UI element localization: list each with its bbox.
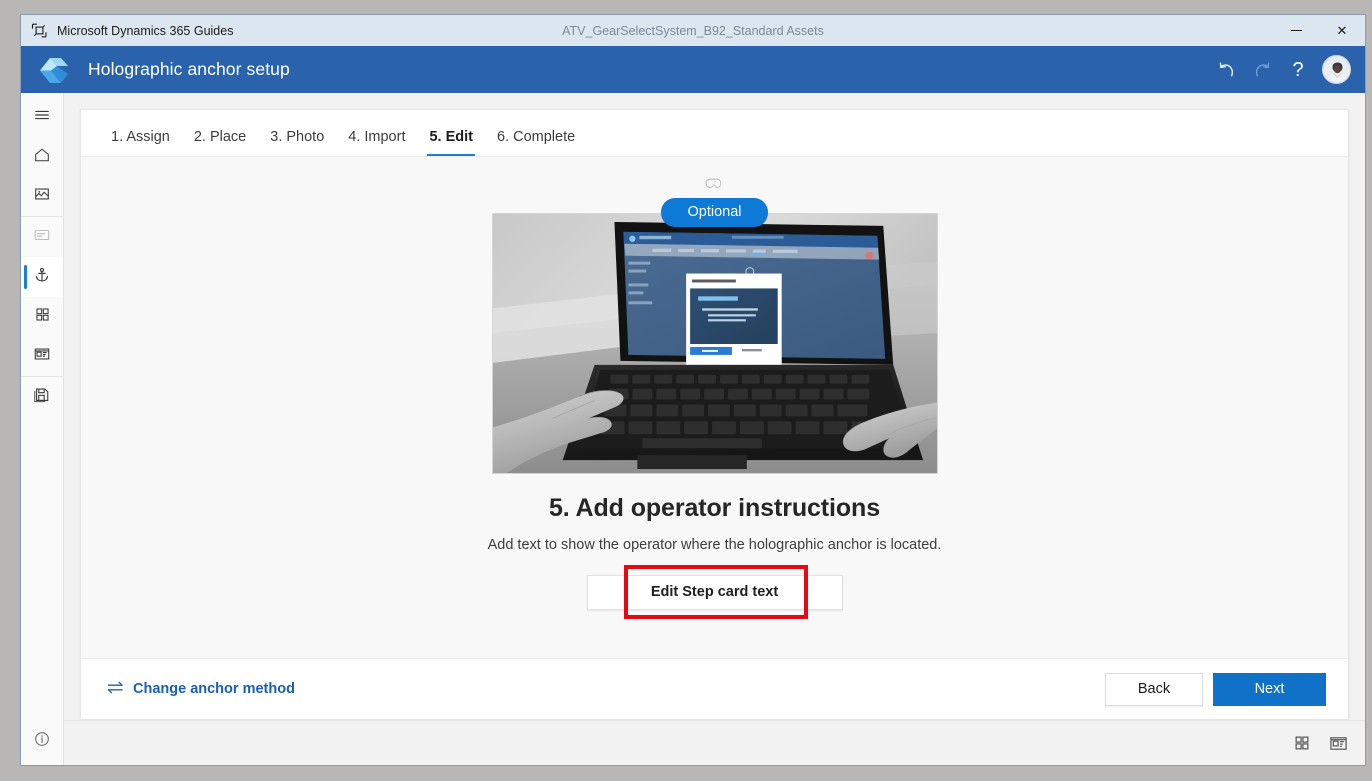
status-bar [64,720,1365,765]
tab-import[interactable]: 4. Import [336,110,417,156]
home-icon [33,146,51,169]
help-question-icon[interactable]: ? [1280,52,1316,88]
title-bar: Microsoft Dynamics 365 Guides ATV_GearSe… [21,15,1365,46]
window-controls: ✕ [1273,15,1365,46]
sidebar-info-button[interactable] [21,717,63,765]
tab-photo[interactable]: 3. Photo [258,110,336,156]
sidebar-item-media[interactable] [21,177,63,217]
dynamics-365-guides-logo-icon [37,55,71,85]
hamburger-menu-icon [33,106,51,129]
app-name: Microsoft Dynamics 365 Guides [57,23,234,38]
change-anchor-method-link[interactable]: Change anchor method [107,681,295,698]
edit-button-wrapper: Edit Step card text [586,564,843,619]
tab-place[interactable]: 2. Place [182,110,258,156]
close-icon: ✕ [1336,22,1348,38]
user-avatar[interactable] [1322,55,1351,84]
page-scroll: 1. Assign 2. Place 3. Photo 4. Import 5.… [64,93,1365,720]
sidebar-item-menu[interactable] [21,97,63,137]
save-copies-icon [33,386,51,409]
page-area: 1. Assign 2. Place 3. Photo 4. Import 5.… [64,93,1365,765]
left-sidebar [21,93,64,765]
app-window: Microsoft Dynamics 365 Guides ATV_GearSe… [20,14,1366,766]
tab-assign[interactable]: 1. Assign [99,110,182,156]
app-body: 1. Assign 2. Place 3. Photo 4. Import 5.… [21,93,1365,765]
grid-four-squares-icon [34,306,51,328]
sidebar-item-layout[interactable] [21,297,63,337]
sidebar-item-anchor[interactable] [21,257,63,297]
undo-icon[interactable] [1208,52,1244,88]
wizard-content: Optional 5. Add operator instructions Ad… [81,157,1348,658]
info-circle-icon [33,730,51,753]
next-button[interactable]: Next [1213,672,1326,706]
detail-view-icon[interactable] [1327,732,1349,754]
sidebar-item-home[interactable] [21,137,63,177]
swap-arrows-icon [107,681,124,698]
step-description: Add text to show the operator where the … [487,536,942,553]
sidebar-item-save[interactable] [21,377,63,417]
edit-step-card-text-button[interactable]: Edit Step card text [586,574,843,610]
wizard-footer: Change anchor method Back Next [81,658,1348,719]
wizard-tabs: 1. Assign 2. Place 3. Photo 4. Import 5.… [81,110,1348,157]
title-bar-left: Microsoft Dynamics 365 Guides [21,22,233,39]
hololens-headset-icon [698,175,732,195]
tab-edit[interactable]: 5. Edit [417,110,485,156]
step-card-icon [33,345,51,368]
anchor-icon [33,266,51,289]
guides-app-icon [31,22,48,39]
app-header: Holographic anchor setup ? [21,46,1365,93]
image-outline-icon [33,185,51,208]
redo-icon [1244,52,1280,88]
instruction-photo [491,212,938,474]
sidebar-item-step-card[interactable] [21,337,63,377]
page-title: Holographic anchor setup [88,59,290,79]
step-heading: 5. Add operator instructions [548,493,881,522]
wizard-card: 1. Assign 2. Place 3. Photo 4. Import 5.… [80,109,1349,720]
optional-badge: Optional [661,198,768,227]
steps-list-icon [33,226,51,249]
minimize-button[interactable] [1273,15,1319,46]
sidebar-item-steps[interactable] [21,217,63,257]
close-button[interactable]: ✕ [1319,15,1365,46]
tab-complete[interactable]: 6. Complete [485,110,587,156]
minimize-icon [1290,29,1302,32]
back-button[interactable]: Back [1105,672,1203,706]
grid-view-icon[interactable] [1291,732,1313,754]
change-anchor-method-label: Change anchor method [133,681,295,697]
